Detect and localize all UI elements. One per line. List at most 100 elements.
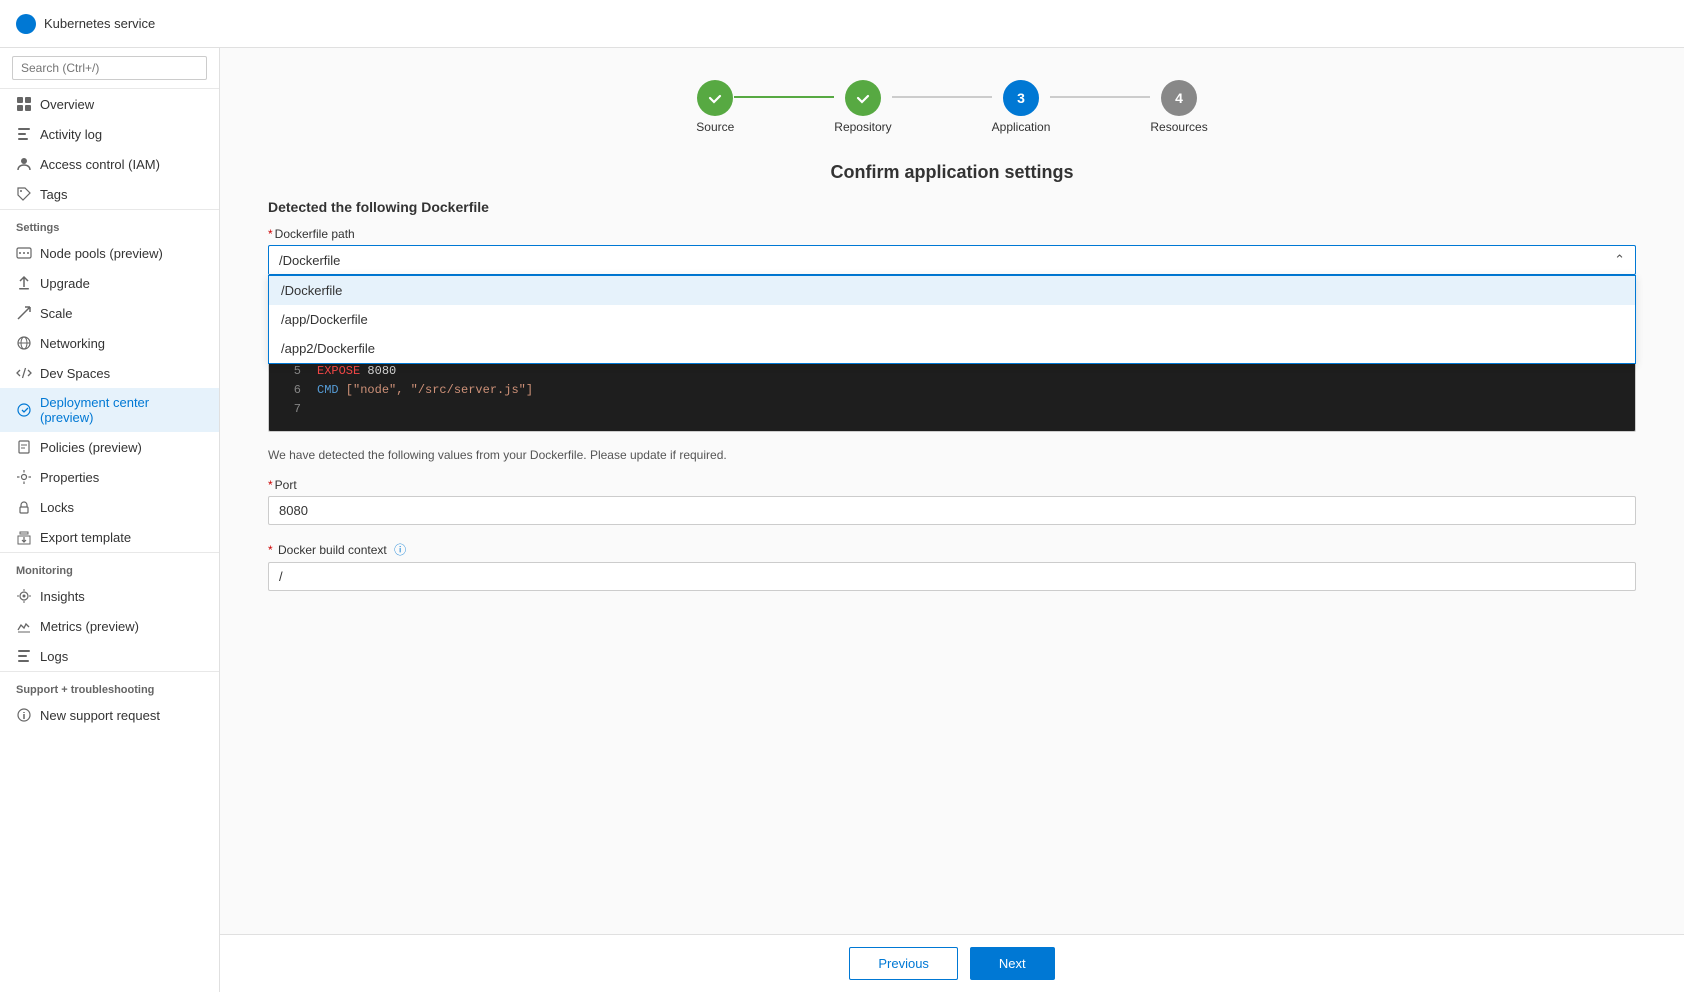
sidebar-label-dev-spaces: Dev Spaces [40, 366, 110, 381]
code-line-7: 7 [285, 400, 1619, 419]
dropdown-option-app-dockerfile[interactable]: /app/Dockerfile [269, 305, 1635, 334]
dropdown-input-row[interactable]: ⌃ [268, 245, 1636, 275]
connector-1 [734, 96, 834, 98]
sidebar-label-scale: Scale [40, 306, 73, 321]
monitoring-section-label: Monitoring [0, 552, 219, 581]
main-content: Source Repository 3 Application [220, 48, 1684, 992]
sidebar-label-activity-log: Activity log [40, 127, 102, 142]
step-label-repository: Repository [834, 120, 891, 134]
port-label: *Port [268, 478, 1636, 492]
export-template-icon [16, 529, 32, 545]
wizard-step-application: 3 Application [992, 80, 1051, 134]
sidebar-item-metrics[interactable]: Metrics (preview) [0, 611, 219, 641]
dockerfile-path-field: *Dockerfile path ⌃ /Dockerfile /app/Dock… [268, 227, 1636, 275]
dockerfile-section-header: Detected the following Dockerfile [268, 199, 1636, 215]
sidebar-item-dev-spaces[interactable]: Dev Spaces [0, 358, 219, 388]
sidebar-label-export-template: Export template [40, 530, 131, 545]
sidebar-item-new-support[interactable]: New support request [0, 700, 219, 730]
support-section-label: Support + troubleshooting [0, 671, 219, 700]
step-label-resources: Resources [1150, 120, 1207, 134]
sidebar-item-properties[interactable]: Properties [0, 462, 219, 492]
wizard-steps: Source Repository 3 Application [268, 80, 1636, 134]
connector-3 [1050, 96, 1150, 98]
sidebar-item-locks[interactable]: Locks [0, 492, 219, 522]
sidebar-item-networking[interactable]: Networking [0, 328, 219, 358]
sidebar-label-tags: Tags [40, 187, 67, 202]
search-input[interactable] [12, 56, 207, 80]
insights-icon [16, 588, 32, 604]
previous-button[interactable]: Previous [849, 947, 958, 980]
node-pools-icon [16, 245, 32, 261]
port-field: *Port [268, 478, 1636, 525]
support-icon [16, 707, 32, 723]
tags-icon [16, 186, 32, 202]
step-circle-application: 3 [1003, 80, 1039, 116]
sidebar-label-access-control: Access control (IAM) [40, 157, 160, 172]
dockerfile-path-dropdown[interactable]: ⌃ /Dockerfile /app/Dockerfile /app2/Dock… [268, 245, 1636, 275]
docker-build-context-field: * Docker build context ⓘ [268, 541, 1636, 591]
dev-spaces-icon [16, 365, 32, 381]
access-control-icon [16, 156, 32, 172]
sidebar-label-metrics: Metrics (preview) [40, 619, 139, 634]
step-label-application: Application [992, 120, 1051, 134]
locks-icon [16, 499, 32, 515]
docker-build-context-label: * Docker build context ⓘ [268, 541, 1636, 558]
overview-icon [16, 96, 32, 112]
sidebar-item-insights[interactable]: Insights [0, 581, 219, 611]
step-circle-resources: 4 [1161, 80, 1197, 116]
bottom-bar: Previous Next [220, 934, 1684, 992]
dropdown-option-app2-dockerfile[interactable]: /app2/Dockerfile [269, 334, 1635, 363]
sidebar-item-tags[interactable]: Tags [0, 179, 219, 209]
sidebar-label-policies: Policies (preview) [40, 440, 142, 455]
sidebar-item-export-template[interactable]: Export template [0, 522, 219, 552]
sidebar-item-access-control[interactable]: Access control (IAM) [0, 149, 219, 179]
sidebar-item-activity-log[interactable]: Activity log [0, 119, 219, 149]
sidebar-item-logs[interactable]: Logs [0, 641, 219, 671]
form-title: Confirm application settings [268, 162, 1636, 183]
connector-2 [892, 96, 992, 98]
docker-build-context-input[interactable] [268, 562, 1636, 591]
scale-icon [16, 305, 32, 321]
info-icon: ⓘ [394, 543, 406, 557]
code-line-6: 6 CMD ["node", "/src/server.js"] [285, 381, 1619, 400]
next-button[interactable]: Next [970, 947, 1055, 980]
dockerfile-path-input[interactable] [269, 247, 1604, 274]
port-input[interactable] [268, 496, 1636, 525]
wizard-step-repository: Repository [834, 80, 891, 134]
chevron-up-icon[interactable]: ⌃ [1604, 246, 1635, 274]
sidebar-item-node-pools[interactable]: Node pools (preview) [0, 238, 219, 268]
step-circle-source [697, 80, 733, 116]
info-text: We have detected the following values fr… [268, 448, 1636, 462]
activity-log-icon [16, 126, 32, 142]
sidebar-label-overview: Overview [40, 97, 94, 112]
networking-icon [16, 335, 32, 351]
logs-icon [16, 648, 32, 664]
sidebar-label-upgrade: Upgrade [40, 276, 90, 291]
sidebar-label-logs: Logs [40, 649, 68, 664]
properties-icon [16, 469, 32, 485]
step-circle-repository [845, 80, 881, 116]
upgrade-icon [16, 275, 32, 291]
dockerfile-path-menu: /Dockerfile /app/Dockerfile /app2/Docker… [268, 275, 1636, 364]
dropdown-option-dockerfile[interactable]: /Dockerfile [269, 276, 1635, 305]
sidebar-label-properties: Properties [40, 470, 99, 485]
sidebar-item-overview[interactable]: Overview [0, 89, 219, 119]
sidebar-item-deployment-center[interactable]: Deployment center (preview) [0, 388, 219, 432]
sidebar-label-new-support: New support request [40, 708, 160, 723]
sidebar-label-deployment-center: Deployment center (preview) [40, 395, 203, 425]
policies-icon [16, 439, 32, 455]
sidebar-label-locks: Locks [40, 500, 74, 515]
sidebar-label-node-pools: Node pools (preview) [40, 246, 163, 261]
top-bar-title: Kubernetes service [44, 16, 155, 31]
sidebar-item-scale[interactable]: Scale [0, 298, 219, 328]
sidebar: Overview Activity log Access control (IA… [0, 48, 220, 992]
sidebar-item-policies[interactable]: Policies (preview) [0, 432, 219, 462]
sidebar-item-upgrade[interactable]: Upgrade [0, 268, 219, 298]
dockerfile-path-label: *Dockerfile path [268, 227, 1636, 241]
code-line-5: 5 EXPOSE 8080 [285, 362, 1619, 381]
search-container[interactable] [0, 48, 219, 89]
metrics-icon [16, 618, 32, 634]
wizard-step-resources: 4 Resources [1150, 80, 1207, 134]
step-label-source: Source [696, 120, 734, 134]
kubernetes-icon [16, 14, 36, 34]
